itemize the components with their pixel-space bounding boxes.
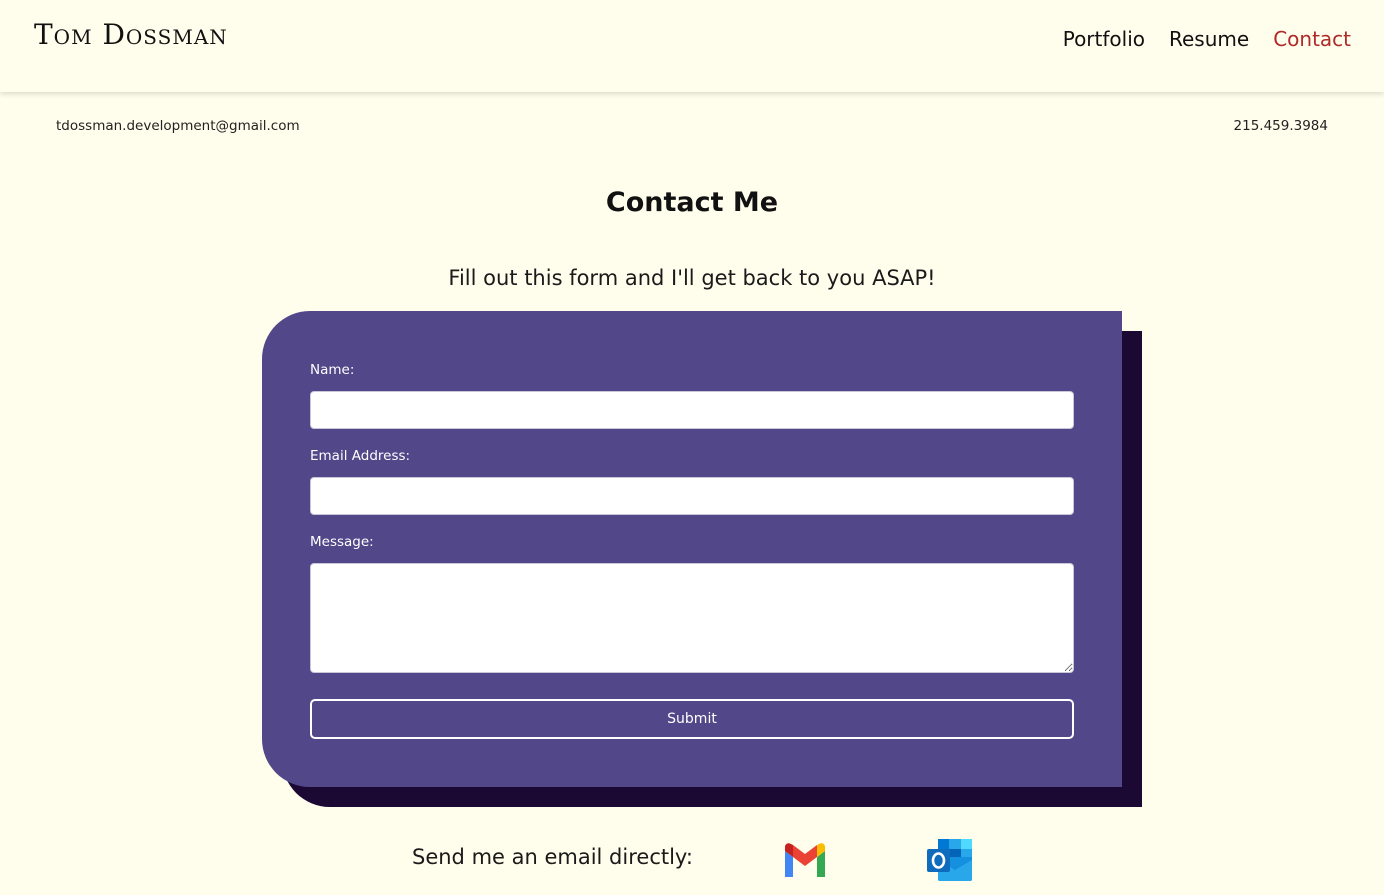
contact-form: Name: Email Address: Message: Submit <box>262 311 1122 787</box>
name-input[interactable] <box>310 391 1074 429</box>
page-subtitle: Fill out this form and I'll get back to … <box>448 266 936 290</box>
email-label: Email Address: <box>310 448 411 464</box>
site-header: Tom Dossman Portfolio Resume Contact <box>0 0 1384 92</box>
nav-resume[interactable]: Resume <box>1169 27 1249 51</box>
page-title: Contact Me <box>605 187 779 218</box>
nav-contact[interactable]: Contact <box>1273 27 1351 51</box>
contact-email: tdossman.development@gmail.com <box>56 118 300 134</box>
direct-email-text: Send me an email directly: <box>412 845 693 869</box>
nav-portfolio[interactable]: Portfolio <box>1063 27 1145 51</box>
message-label: Message: <box>310 534 374 550</box>
name-label: Name: <box>310 362 355 378</box>
gmail-icon[interactable] <box>782 843 828 881</box>
outlook-icon[interactable] <box>926 838 974 886</box>
message-textarea[interactable] <box>310 563 1074 673</box>
main-nav: Portfolio Resume Contact <box>1039 27 1351 51</box>
submit-button[interactable]: Submit <box>310 699 1074 739</box>
email-input[interactable] <box>310 477 1074 515</box>
contact-phone: 215.459.3984 <box>1233 118 1328 134</box>
site-logo[interactable]: Tom Dossman <box>34 18 228 51</box>
